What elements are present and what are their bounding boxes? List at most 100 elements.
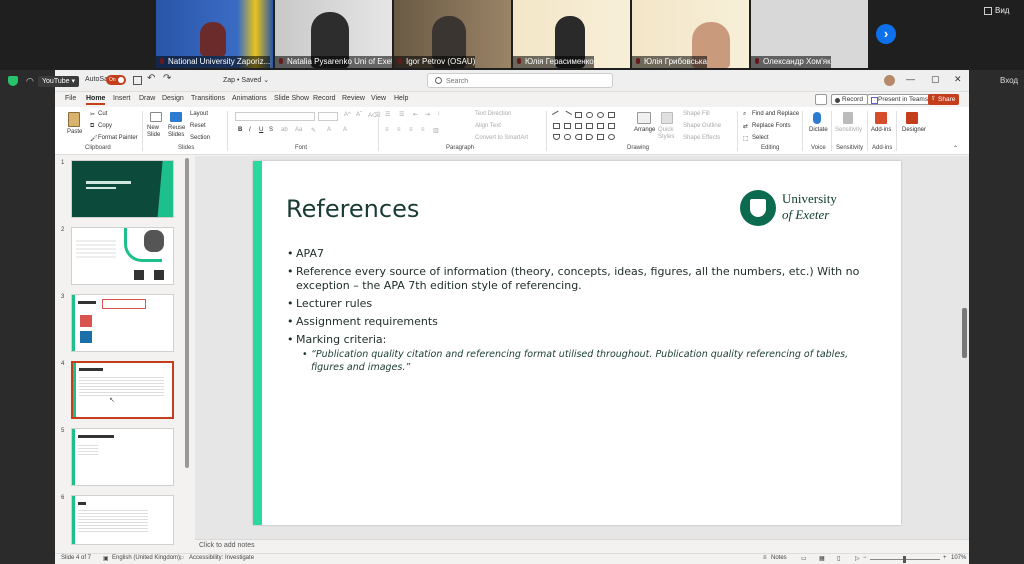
slide-thumbnail[interactable] [71,227,174,285]
tab-view[interactable]: View [371,95,386,102]
present-in-teams-button[interactable]: Present in Teams [867,94,934,105]
editor-scrollbar[interactable] [962,308,967,358]
zoom-in-icon[interactable]: + [943,555,947,561]
copy-button[interactable]: Copy [98,123,112,129]
slide-thumbnail[interactable] [71,495,174,545]
rss-icon[interactable]: ◠ [26,76,34,87]
align-right-icon[interactable]: ≡ [409,127,413,133]
collapse-ribbon-icon[interactable]: ⌃ [953,145,958,152]
tab-design[interactable]: Design [162,95,184,102]
thumbnail-scrollbar[interactable] [185,158,189,468]
smartart-button[interactable]: Convert to SmartArt [475,135,528,141]
add-ins-button[interactable]: Add-ins [871,127,891,133]
line-spacing-icon[interactable]: ↕ [437,111,440,117]
shield-icon[interactable] [8,76,18,86]
spellcheck-icon[interactable]: ▣ [103,555,109,562]
brace-shape-icon[interactable] [586,134,593,140]
tab-record[interactable]: Record [313,95,336,102]
shrink-font-icon[interactable]: Aˇ [356,112,362,118]
copy-icon[interactable]: ⧉ [90,123,94,130]
case-icon[interactable]: Aa [295,127,302,133]
underline-icon[interactable]: U [259,127,263,133]
star-shape-icon[interactable] [608,134,615,140]
autosave-toggle[interactable]: On [106,75,126,85]
tab-review[interactable]: Review [342,95,365,102]
add-ins-icon[interactable] [875,112,887,124]
layout-button[interactable]: Layout [190,111,208,117]
text-direction-button[interactable]: Text Direction [475,111,511,117]
section-button[interactable]: Section [190,135,210,141]
new-slide-icon[interactable] [150,112,162,122]
highlight-icon[interactable]: ✎ [311,127,316,134]
textbox-shape-icon[interactable] [608,112,615,118]
participant-tile[interactable]: National University Zaporiz... [156,0,273,68]
align-center-icon[interactable]: ≡ [397,127,401,133]
strike-icon[interactable]: S [269,127,273,133]
tab-draw[interactable]: Draw [139,95,155,102]
record-button[interactable]: Record [831,94,868,105]
rectangle-shape-icon[interactable] [575,112,582,118]
sensitivity-icon[interactable] [843,112,853,124]
zoom-slider-thumb[interactable] [903,556,906,563]
italic-icon[interactable]: I [249,127,251,133]
brace-shape-icon[interactable] [575,134,582,140]
shape-fill-button[interactable]: Shape Fill [683,111,710,117]
reuse-slides-icon[interactable] [170,112,182,122]
font-name-dropdown[interactable] [235,112,315,121]
participant-tile[interactable]: Юлія Грибовська [632,0,749,68]
select-icon[interactable]: ⬚ [743,135,749,142]
indent-icon[interactable]: ⇤ [413,111,418,118]
justify-icon[interactable]: ≡ [421,127,425,133]
bold-icon[interactable]: B [238,127,242,133]
shape-effects-button[interactable]: Shape Effects [683,135,720,141]
slideshow-view-icon[interactable]: ▷ [855,555,860,562]
normal-view-icon[interactable]: ▭ [801,555,807,562]
sorter-view-icon[interactable]: ▦ [819,555,825,562]
slide-thumbnail[interactable] [71,428,174,486]
dictate-button[interactable]: Dictate [809,127,828,133]
arrange-button[interactable]: Arrange [634,127,655,133]
shape-outline-button[interactable]: Shape Outline [683,123,721,129]
maximize-button[interactable]: ▢ [931,74,940,85]
arrow-shape-icon[interactable] [564,123,571,129]
microphone-icon[interactable] [813,112,821,124]
search-input[interactable] [446,76,606,86]
designer-button[interactable]: Designer [902,127,926,133]
cut-button[interactable]: Cut [98,111,107,117]
search-box[interactable] [427,73,613,88]
language-label[interactable]: English (United Kingdom) [112,555,180,561]
tab-slide-show[interactable]: Slide Show [274,95,309,102]
share-button[interactable]: Share [928,94,960,105]
slide-thumbnail[interactable] [71,160,174,218]
oval-shape-icon[interactable] [597,112,604,118]
slide-title[interactable]: References [286,195,419,223]
columns-icon[interactable]: ▥ [433,127,439,134]
tab-file[interactable]: File [65,95,76,102]
align-text-button[interactable]: Align Text [475,123,501,129]
comment-icon[interactable] [815,94,827,105]
avatar[interactable] [884,75,895,86]
tab-home[interactable]: Home [86,95,106,105]
grow-font-icon[interactable]: A^ [344,112,351,118]
triangle-shape-icon[interactable] [575,123,582,129]
arrange-icon[interactable] [637,112,651,124]
pentagon-shape-icon[interactable] [586,123,593,129]
notes-icon[interactable]: ≡ [763,555,767,561]
accessibility-icon[interactable]: ⚐ [179,555,184,562]
brace-shape-icon[interactable] [597,134,604,140]
minimize-button[interactable]: — [906,74,915,84]
scissors-icon[interactable]: ✂ [90,111,95,118]
zoom-level[interactable]: 107% [951,555,966,561]
file-title[interactable]: Zap • Saved ⌄ [223,76,269,84]
curve-shape-icon[interactable] [553,134,560,140]
elbow-shape-icon[interactable] [553,123,560,129]
star-shape-icon[interactable] [608,123,615,129]
find-button[interactable]: Find and Replace [752,111,799,117]
undo-icon[interactable]: ↶ [147,73,155,84]
line-shape-icon[interactable] [551,110,562,120]
next-participants-button[interactable]: › [876,24,896,44]
find-icon[interactable]: ⌕ [743,111,746,118]
tab-animations[interactable]: Animations [232,95,267,102]
tab-help[interactable]: Help [394,95,408,102]
replace-fonts-button[interactable]: Replace Fonts [752,123,791,129]
